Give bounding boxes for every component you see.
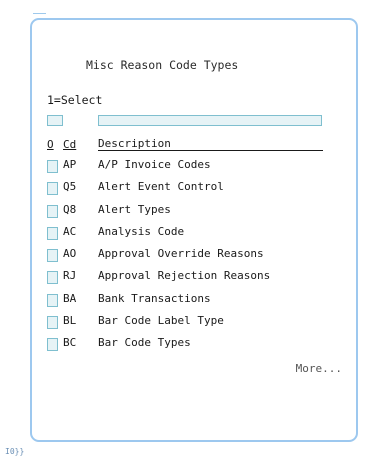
row-code: AC: [63, 224, 77, 238]
row-option-input[interactable]: [47, 160, 58, 173]
more-indicator[interactable]: More...: [296, 362, 342, 375]
row-description: Bar Code Types: [98, 336, 191, 350]
table-row: Q8 Alert Types: [47, 203, 347, 225]
table-row: BL Bar Code Label Type: [47, 314, 347, 336]
row-option-input[interactable]: [47, 204, 58, 218]
row-code: Q8: [63, 202, 77, 216]
column-header-description: Description: [98, 138, 323, 151]
code-type-list: AP A/P Invoice Codes Q5 Alert Event Cont…: [47, 158, 347, 359]
column-header-option: O: [47, 138, 54, 151]
row-description: Approval Override Reasons: [98, 247, 264, 261]
reason-code-types-panel: Misc Reason Code Types 1=Select O Cd Des…: [30, 18, 358, 442]
row-option-input[interactable]: [47, 226, 58, 240]
row-description: Alert Event Control: [98, 180, 224, 194]
row-option-input[interactable]: [47, 293, 58, 307]
row-code: AO: [63, 247, 77, 261]
top-tick-mark: [33, 13, 46, 14]
row-option-input[interactable]: [47, 271, 58, 285]
row-code: BA: [63, 291, 77, 305]
row-description: A/P Invoice Codes: [98, 158, 211, 171]
row-code: Q5: [63, 180, 77, 194]
footer-text: I0}}: [5, 447, 25, 456]
table-row: AC Analysis Code: [47, 225, 347, 247]
option-filter-input[interactable]: [47, 115, 63, 126]
table-row: BC Bar Code Types: [47, 336, 347, 358]
table-row: AO Approval Override Reasons: [47, 247, 347, 269]
column-header-description-label: Description: [98, 137, 171, 150]
row-option-input[interactable]: [47, 338, 58, 352]
table-row: Q5 Alert Event Control: [47, 180, 347, 202]
row-description: Bar Code Label Type: [98, 314, 224, 328]
description-filter-input[interactable]: [98, 115, 322, 126]
table-row: AP A/P Invoice Codes: [47, 158, 347, 180]
panel-title: Misc Reason Code Types: [86, 58, 239, 72]
row-code: RJ: [63, 269, 77, 283]
column-header-code: Cd: [63, 138, 77, 151]
table-row: RJ Approval Rejection Reasons: [47, 269, 347, 291]
row-option-input[interactable]: [47, 249, 58, 263]
row-description: Approval Rejection Reasons: [98, 269, 271, 283]
row-description: Bank Transactions: [98, 291, 211, 305]
table-row: BA Bank Transactions: [47, 292, 347, 314]
row-option-input[interactable]: [47, 316, 58, 330]
row-code: BC: [63, 336, 77, 350]
row-option-input[interactable]: [47, 182, 58, 196]
row-code: BL: [63, 314, 77, 328]
row-description: Alert Types: [98, 202, 171, 216]
row-code: AP: [63, 158, 77, 171]
select-instruction: 1=Select: [47, 93, 103, 107]
row-description: Analysis Code: [98, 224, 185, 238]
